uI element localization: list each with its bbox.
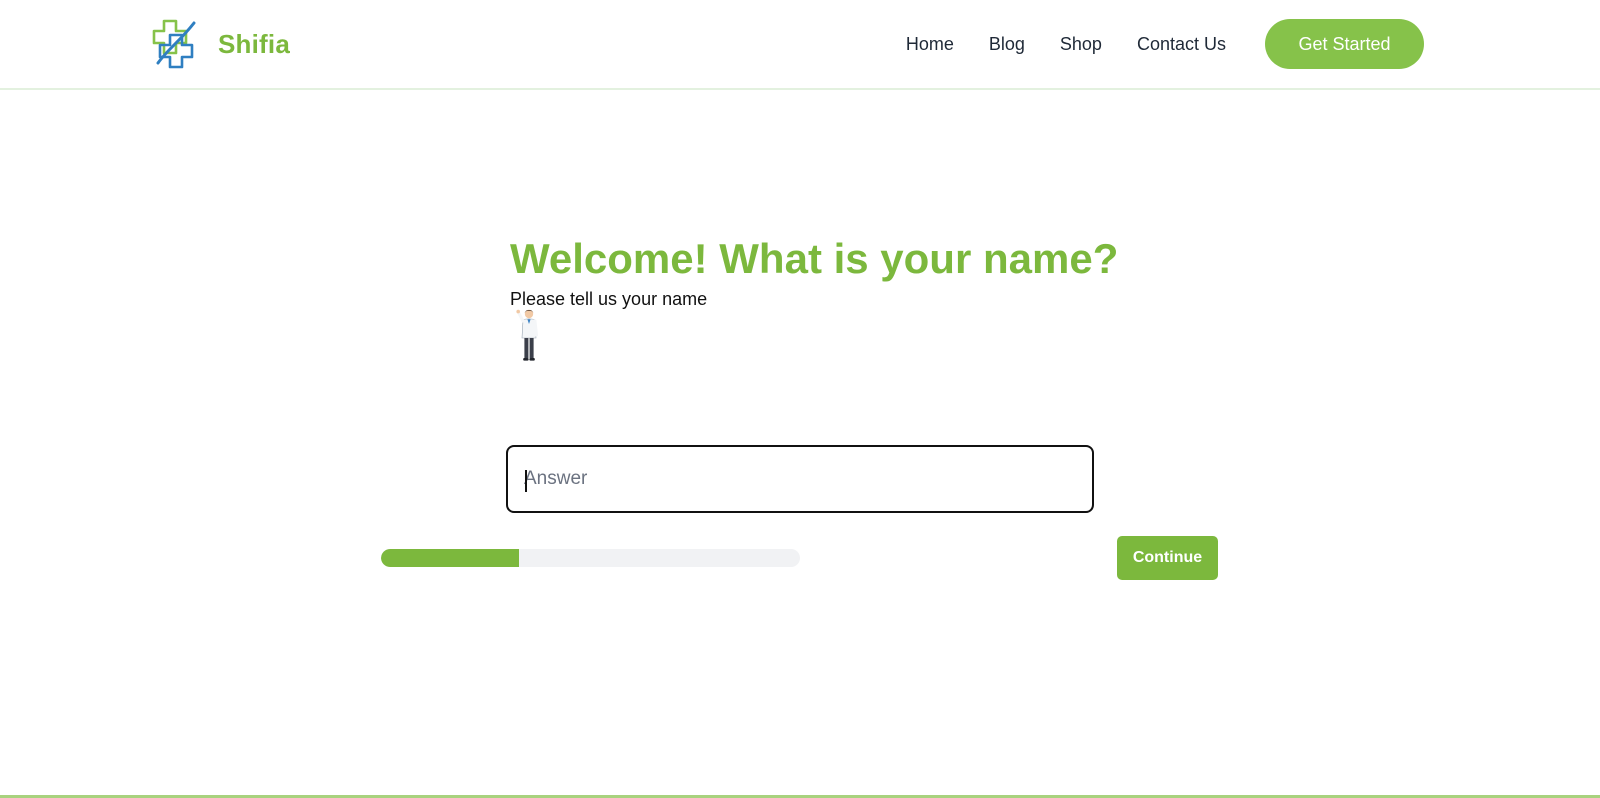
question-subtitle: Please tell us your name — [510, 289, 708, 309]
get-started-button[interactable]: Get Started — [1265, 19, 1424, 69]
nav-link-blog[interactable]: Blog — [989, 34, 1025, 55]
nav-link-contact-us[interactable]: Contact Us — [1137, 34, 1226, 55]
nav-link-shop[interactable]: Shop — [1060, 34, 1102, 55]
answer-field[interactable] — [506, 445, 1094, 513]
question-title: Welcome! What is your name? — [510, 235, 1119, 282]
progress-bar — [381, 549, 800, 567]
site-header: Shifia Home Blog Shop Contact Us Get Sta… — [0, 0, 1600, 90]
text-caret — [525, 470, 527, 492]
brand[interactable]: Shifia — [148, 18, 290, 70]
main-nav: Home Blog Shop Contact Us Get Started — [906, 19, 1424, 69]
progress-fill — [381, 549, 520, 567]
continue-button[interactable]: Continue — [1117, 536, 1218, 580]
nav-link-home[interactable]: Home — [906, 34, 954, 55]
answer-input[interactable] — [508, 447, 1092, 511]
brand-name: Shifia — [218, 28, 290, 59]
medical-cross-logo-icon — [152, 19, 196, 69]
question-block: Welcome! What is your name? Please tell … — [510, 234, 1119, 310]
doctor-icon — [516, 309, 538, 361]
